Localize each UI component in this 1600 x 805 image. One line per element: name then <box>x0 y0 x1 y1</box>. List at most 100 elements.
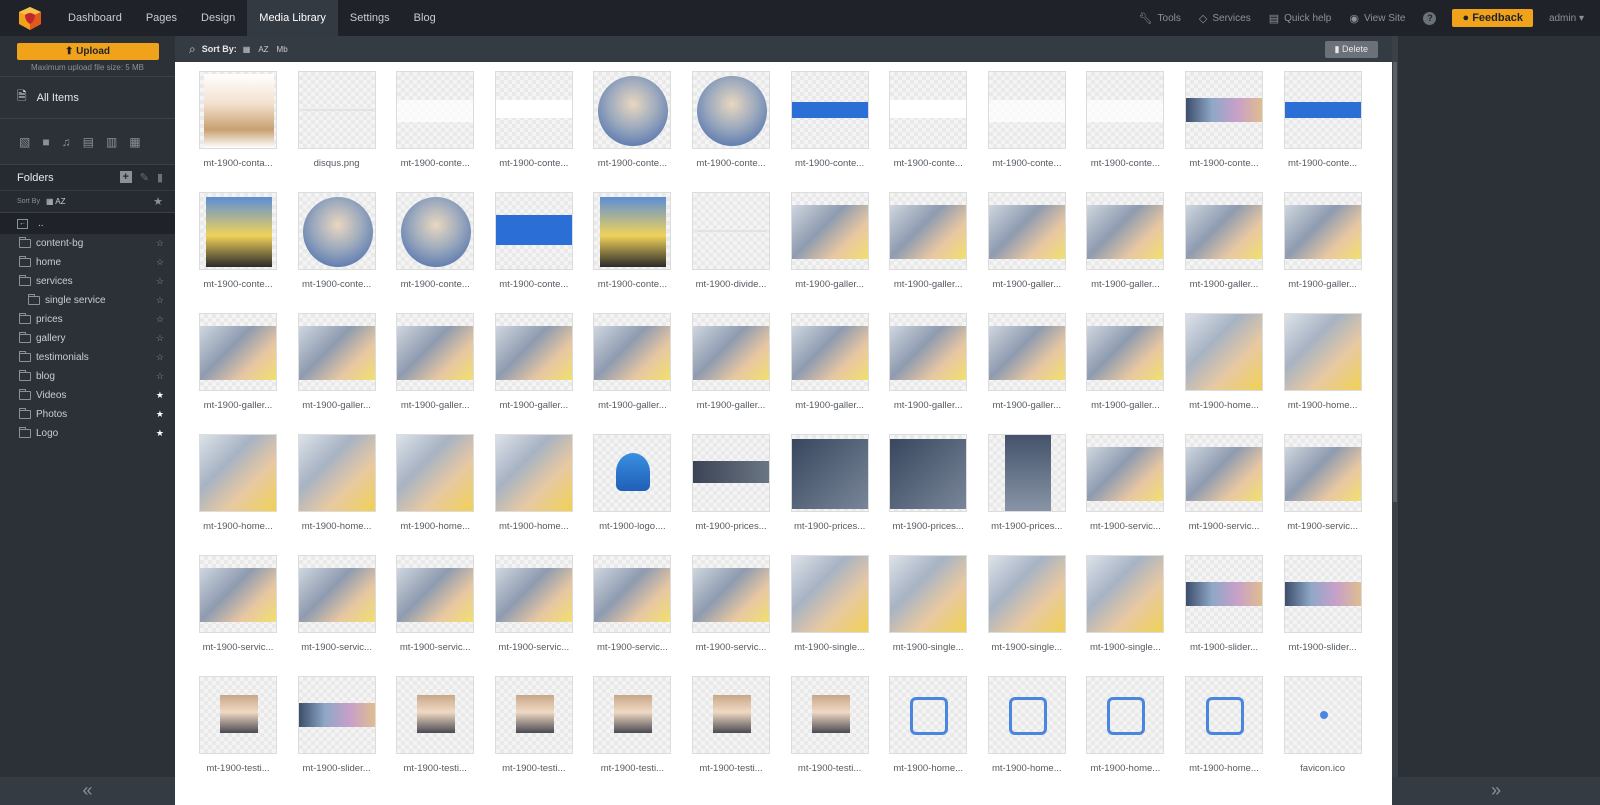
nav-design[interactable]: Design <box>189 0 247 36</box>
sort-az-button[interactable]: AZ <box>258 45 268 54</box>
help-icon[interactable]: ? <box>1423 11 1437 25</box>
media-item[interactable]: mt-1900-home... <box>199 434 277 532</box>
folder-item[interactable]: blog ☆ <box>0 367 175 386</box>
media-item[interactable]: mt-1900-testi... <box>593 676 672 774</box>
folder-item[interactable]: Photos ★ <box>0 405 175 424</box>
grid-scrollbar[interactable] <box>1393 62 1397 502</box>
media-item[interactable]: mt-1900-conte... <box>396 192 475 290</box>
media-item[interactable]: mt-1900-conta... <box>199 71 277 169</box>
media-item[interactable]: mt-1900-home... <box>987 676 1066 774</box>
quick-help-link[interactable]: ▤ Quick help <box>1269 12 1332 25</box>
media-item[interactable]: mt-1900-testi... <box>790 676 869 774</box>
media-item[interactable]: mt-1900-single... <box>987 555 1066 653</box>
star-icon[interactable]: ☆ <box>156 371 164 382</box>
tools-link[interactable]: 🔧︎ Tools <box>1139 12 1181 25</box>
expand-panel-button[interactable]: » <box>1392 777 1600 805</box>
star-icon[interactable]: ☆ <box>156 352 164 363</box>
media-item[interactable]: mt-1900-galler... <box>1185 192 1263 290</box>
add-folder-icon[interactable]: + <box>119 171 132 183</box>
media-item[interactable]: mt-1900-servic... <box>297 555 376 653</box>
media-item[interactable]: mt-1900-slider... <box>297 676 376 774</box>
media-item[interactable]: mt-1900-servic... <box>692 555 770 653</box>
image-type-icon[interactable]: ▧ <box>19 135 30 149</box>
folder-item[interactable]: gallery ☆ <box>0 329 175 348</box>
feedback-button[interactable]: ● Feedback <box>1452 9 1533 27</box>
media-item[interactable]: mt-1900-galler... <box>199 313 277 411</box>
star-icon[interactable]: ☆ <box>156 238 164 249</box>
media-item[interactable]: mt-1900-single... <box>790 555 869 653</box>
admin-menu[interactable]: admin ▾ <box>1549 13 1584 24</box>
media-item[interactable]: mt-1900-conte... <box>396 71 475 169</box>
star-icon[interactable]: ☆ <box>156 333 164 344</box>
star-filter-icon[interactable]: ★ <box>153 195 163 208</box>
folder-item[interactable]: content-bg ☆ <box>0 234 175 253</box>
media-item[interactable]: mt-1900-galler... <box>1283 192 1362 290</box>
media-item[interactable]: mt-1900-conte... <box>494 192 573 290</box>
star-icon[interactable]: ☆ <box>156 314 164 325</box>
media-item[interactable]: mt-1900-single... <box>1086 555 1165 653</box>
folder-item[interactable]: testimonials ☆ <box>0 348 175 367</box>
media-item[interactable]: mt-1900-galler... <box>396 313 475 411</box>
media-item[interactable]: mt-1900-galler... <box>1086 313 1165 411</box>
sort-date-button[interactable]: ▦ <box>243 45 251 54</box>
media-item[interactable]: mt-1900-conte... <box>199 192 277 290</box>
folder-item[interactable]: home ☆ <box>0 253 175 272</box>
media-item[interactable]: mt-1900-divide... <box>692 192 770 290</box>
app-logo-icon[interactable] <box>16 4 44 32</box>
file-type-icon[interactable]: ▦ <box>129 135 140 149</box>
media-item[interactable]: mt-1900-home... <box>1283 313 1362 411</box>
nav-settings[interactable]: Settings <box>338 0 402 36</box>
star-icon[interactable]: ★ <box>156 390 164 401</box>
media-item[interactable]: mt-1900-home... <box>396 434 475 532</box>
media-item[interactable]: mt-1900-galler... <box>987 192 1066 290</box>
media-item[interactable]: mt-1900-prices... <box>889 434 968 532</box>
media-item[interactable]: mt-1900-testi... <box>494 676 573 774</box>
media-item[interactable]: mt-1900-servic... <box>1185 434 1263 532</box>
media-item[interactable]: mt-1900-prices... <box>790 434 869 532</box>
edit-folder-icon[interactable]: ✎ <box>140 171 149 184</box>
media-item[interactable]: mt-1900-prices... <box>692 434 770 532</box>
media-item[interactable]: mt-1900-single... <box>889 555 968 653</box>
media-item[interactable]: mt-1900-servic... <box>593 555 672 653</box>
media-item[interactable]: mt-1900-home... <box>1185 313 1263 411</box>
media-item[interactable]: favicon.ico <box>1283 676 1362 774</box>
media-item[interactable]: mt-1900-home... <box>1185 676 1263 774</box>
media-item[interactable]: mt-1900-home... <box>494 434 573 532</box>
media-item[interactable]: mt-1900-galler... <box>790 313 869 411</box>
media-item[interactable]: disqus.png <box>297 71 376 169</box>
media-item[interactable]: mt-1900-galler... <box>889 192 968 290</box>
media-item[interactable]: mt-1900-galler... <box>297 313 376 411</box>
media-item[interactable]: mt-1900-conte... <box>1283 71 1362 169</box>
media-item[interactable]: mt-1900-galler... <box>790 192 869 290</box>
folder-item[interactable]: services ☆ <box>0 272 175 291</box>
media-item[interactable]: mt-1900-logo.... <box>593 434 672 532</box>
media-item[interactable]: mt-1900-conte... <box>1185 71 1263 169</box>
music-type-icon[interactable]: ♫ <box>62 135 71 149</box>
star-icon[interactable]: ☆ <box>156 257 164 268</box>
media-item[interactable]: mt-1900-galler... <box>494 313 573 411</box>
trash-folder-icon[interactable]: ▮ <box>157 171 163 184</box>
media-item[interactable]: mt-1900-home... <box>1086 676 1165 774</box>
media-item[interactable]: mt-1900-slider... <box>1185 555 1263 653</box>
media-item[interactable]: mt-1900-galler... <box>1086 192 1165 290</box>
media-item[interactable]: mt-1900-galler... <box>889 313 968 411</box>
star-icon[interactable]: ★ <box>156 409 164 420</box>
delete-button[interactable]: ▮ Delete <box>1324 40 1378 58</box>
media-item[interactable]: mt-1900-conte... <box>494 71 573 169</box>
media-item[interactable]: mt-1900-galler... <box>593 313 672 411</box>
star-icon[interactable]: ☆ <box>156 295 164 306</box>
document-type-icon[interactable]: ▤ <box>83 135 94 149</box>
media-item[interactable]: mt-1900-conte... <box>889 71 968 169</box>
services-link[interactable]: ◇ Services <box>1199 12 1251 25</box>
media-item[interactable]: mt-1900-servic... <box>396 555 475 653</box>
media-item[interactable]: mt-1900-slider... <box>1283 555 1362 653</box>
media-item[interactable]: mt-1900-servic... <box>494 555 573 653</box>
media-item[interactable]: mt-1900-galler... <box>692 313 770 411</box>
folder-item[interactable]: Videos ★ <box>0 386 175 405</box>
nav-dashboard[interactable]: Dashboard <box>56 0 134 36</box>
star-icon[interactable]: ★ <box>156 428 164 439</box>
media-item[interactable]: mt-1900-conte... <box>593 71 672 169</box>
media-item[interactable]: mt-1900-servic... <box>199 555 277 653</box>
collapse-sidebar-button[interactable]: « <box>0 777 175 805</box>
media-item[interactable]: mt-1900-conte... <box>692 71 770 169</box>
